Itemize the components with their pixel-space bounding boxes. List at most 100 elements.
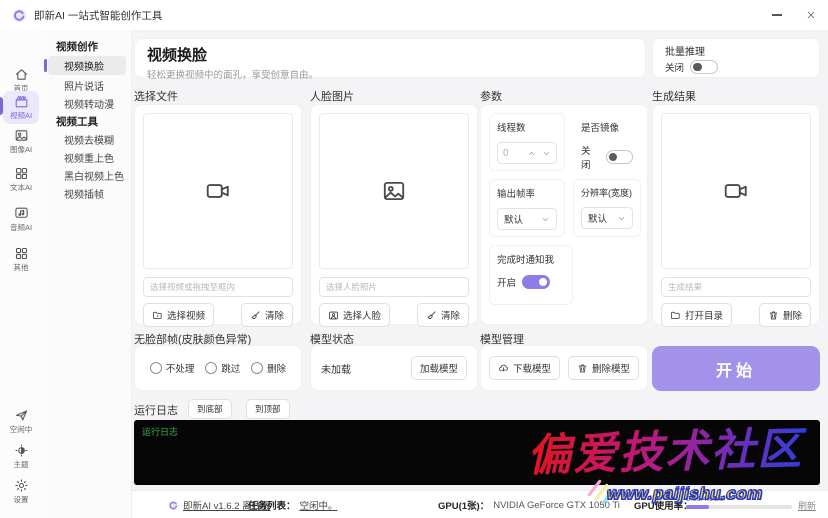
face-dropzone[interactable] [319, 113, 469, 269]
select-face-button[interactable]: 选择人脸 [319, 303, 391, 327]
log-to-top-button[interactable]: 到顶部 [246, 399, 290, 419]
toggle-knob [608, 152, 618, 162]
minimize-icon [772, 14, 782, 16]
delete-result-label: 删除 [782, 311, 802, 322]
rail-item-video-ai[interactable]: 视频AI [3, 91, 39, 124]
delete-model-button[interactable]: 删除模型 [568, 356, 640, 380]
fps-dropdown[interactable]: 默认 [497, 208, 557, 230]
radio-delete[interactable]: 删除 [251, 361, 286, 375]
app-logo-icon [168, 500, 179, 510]
page-header-card: 视频换脸 轻松更换视频中的面孔，享受创意自由。 [134, 38, 646, 81]
video-camera-icon [206, 184, 229, 198]
rail-item-other[interactable]: 其他 [3, 243, 39, 276]
video-path-input[interactable] [143, 277, 293, 297]
log-console-text: 运行日志 [142, 427, 179, 437]
rail-label: 视频AI [9, 111, 33, 120]
delete-model-label: 删除模型 [592, 364, 631, 375]
sidebar-item-recolor[interactable]: 视频重上色 [48, 148, 126, 167]
radio-label: 跳过 [221, 364, 241, 375]
sidebar-item-video-to-anime[interactable]: 视频转动漫 [48, 94, 126, 113]
rail-item-theme[interactable]: 主题 [3, 440, 39, 473]
brightness-icon [14, 444, 28, 457]
secondary-sidebar: 视频创作 视频换脸 照片说话 视频转动漫 视频工具 视频去模糊 视频重上色 黑白… [42, 30, 132, 518]
sidebar-item-deblur[interactable]: 视频去模糊 [48, 130, 126, 149]
chevron-down-icon [618, 216, 625, 220]
sidebar-item-photo-talk[interactable]: 照片说话 [48, 76, 126, 95]
delete-result-button[interactable]: 删除 [758, 303, 811, 327]
select-video-button[interactable]: 选择视频 [143, 303, 215, 327]
rail-item-settings[interactable]: 设置 [3, 475, 39, 508]
chevron-up-icon[interactable] [527, 149, 536, 158]
sidebar-group-video-create: 视频创作 [56, 41, 98, 53]
rail-item-image-ai[interactable]: 图像AI [3, 125, 39, 158]
video-camera-icon [724, 184, 747, 198]
clear-face-button[interactable]: 清除 [416, 303, 469, 327]
radio-no-process[interactable]: 不处理 [149, 361, 194, 375]
start-button[interactable]: 开始 [652, 346, 820, 391]
mirror-param-box: 是否镜像 关闭 [573, 113, 641, 171]
radio-icon [251, 362, 264, 374]
sidebar-item-frame-interp[interactable]: 视频插帧 [48, 184, 126, 203]
clear-video-button[interactable]: 清除 [240, 303, 293, 327]
home-icon [15, 69, 27, 80]
resolution-value: 默认 [588, 214, 608, 225]
active-item-indicator [44, 59, 47, 72]
mirror-label: 是否镜像 [581, 123, 620, 134]
page-subtitle: 轻松更换视频中的面孔，享受创意自由。 [147, 70, 319, 81]
video-dropzone[interactable] [143, 113, 293, 269]
trash-icon [769, 310, 778, 319]
rail-item-text-ai[interactable]: 文本AI [3, 163, 39, 196]
batch-toggle-state: 关闭 [665, 63, 685, 74]
notify-toggle[interactable] [522, 275, 551, 289]
folder-video-icon [152, 311, 162, 319]
resolution-dropdown[interactable]: 默认 [581, 207, 633, 229]
threads-label: 线程数 [497, 123, 526, 134]
rail-label: 空闲中 [9, 425, 33, 434]
gpu-name: NVIDIA GeForce GTX 1050 Ti [493, 499, 620, 511]
open-directory-button[interactable]: 打开目录 [661, 303, 733, 327]
rail-label: 设置 [13, 495, 29, 504]
faceless-frames-card: 不处理 跳过 删除 [134, 345, 302, 391]
model-status-text: 未加载 [321, 364, 351, 376]
rail-item-idle-status[interactable]: 空闲中 [3, 405, 39, 438]
batch-inference-toggle[interactable] [690, 60, 719, 74]
radio-skip[interactable]: 跳过 [205, 361, 240, 375]
broom-icon [427, 310, 436, 319]
section-label-result: 生成结果 [652, 91, 696, 103]
log-console[interactable]: 运行日志 [134, 420, 820, 485]
primary-nav-rail: 首页 视频AI 图像AI 文本AI 音频AI 其他 空闲中 主题 设置 [0, 30, 42, 518]
face-path-input[interactable] [319, 277, 469, 297]
chevron-down-icon[interactable] [542, 149, 551, 158]
radio-icon [205, 362, 218, 374]
trash-icon [578, 363, 587, 372]
sidebar-item-bw-colorize[interactable]: 黑白视频上色 [48, 166, 126, 185]
refresh-link[interactable]: 刷新 [798, 491, 816, 518]
radio-icon [149, 362, 162, 374]
section-label-file: 选择文件 [134, 91, 178, 103]
sidebar-item-face-swap[interactable]: 视频换脸 [48, 56, 126, 75]
close-icon [807, 11, 815, 19]
rail-item-audio-ai[interactable]: 音频AI [3, 203, 39, 236]
load-model-button[interactable]: 加载模型 [410, 356, 467, 380]
log-to-bottom-button[interactable]: 到底部 [188, 399, 232, 419]
mirror-toggle[interactable] [605, 150, 633, 164]
face-image-card: 选择人脸 清除 [310, 104, 478, 327]
gpu-usage-value: 0.66/4.0GB [686, 494, 724, 503]
model-status-card: 未加载 加载模型 [310, 345, 478, 391]
rail-label: 音频AI [9, 223, 33, 232]
gpu-usage-bar [686, 505, 792, 509]
music-note-icon [14, 207, 28, 218]
result-path-input[interactable] [661, 277, 811, 297]
task-list-value[interactable]: 空闲中。 [300, 498, 338, 512]
blocks-grid-icon [15, 167, 27, 180]
download-model-button[interactable]: 下载模型 [489, 356, 561, 380]
close-button[interactable] [794, 0, 828, 30]
rail-label: 其他 [13, 263, 29, 272]
clapperboard-icon [15, 96, 27, 108]
fps-value: 默认 [504, 215, 524, 226]
gpu-usage-fill [686, 505, 710, 509]
minimize-button[interactable] [760, 0, 794, 30]
threads-param-box: 线程数 0 [489, 113, 565, 171]
threads-stepper[interactable]: 0 [497, 142, 557, 164]
load-model-label: 加载模型 [419, 364, 458, 375]
